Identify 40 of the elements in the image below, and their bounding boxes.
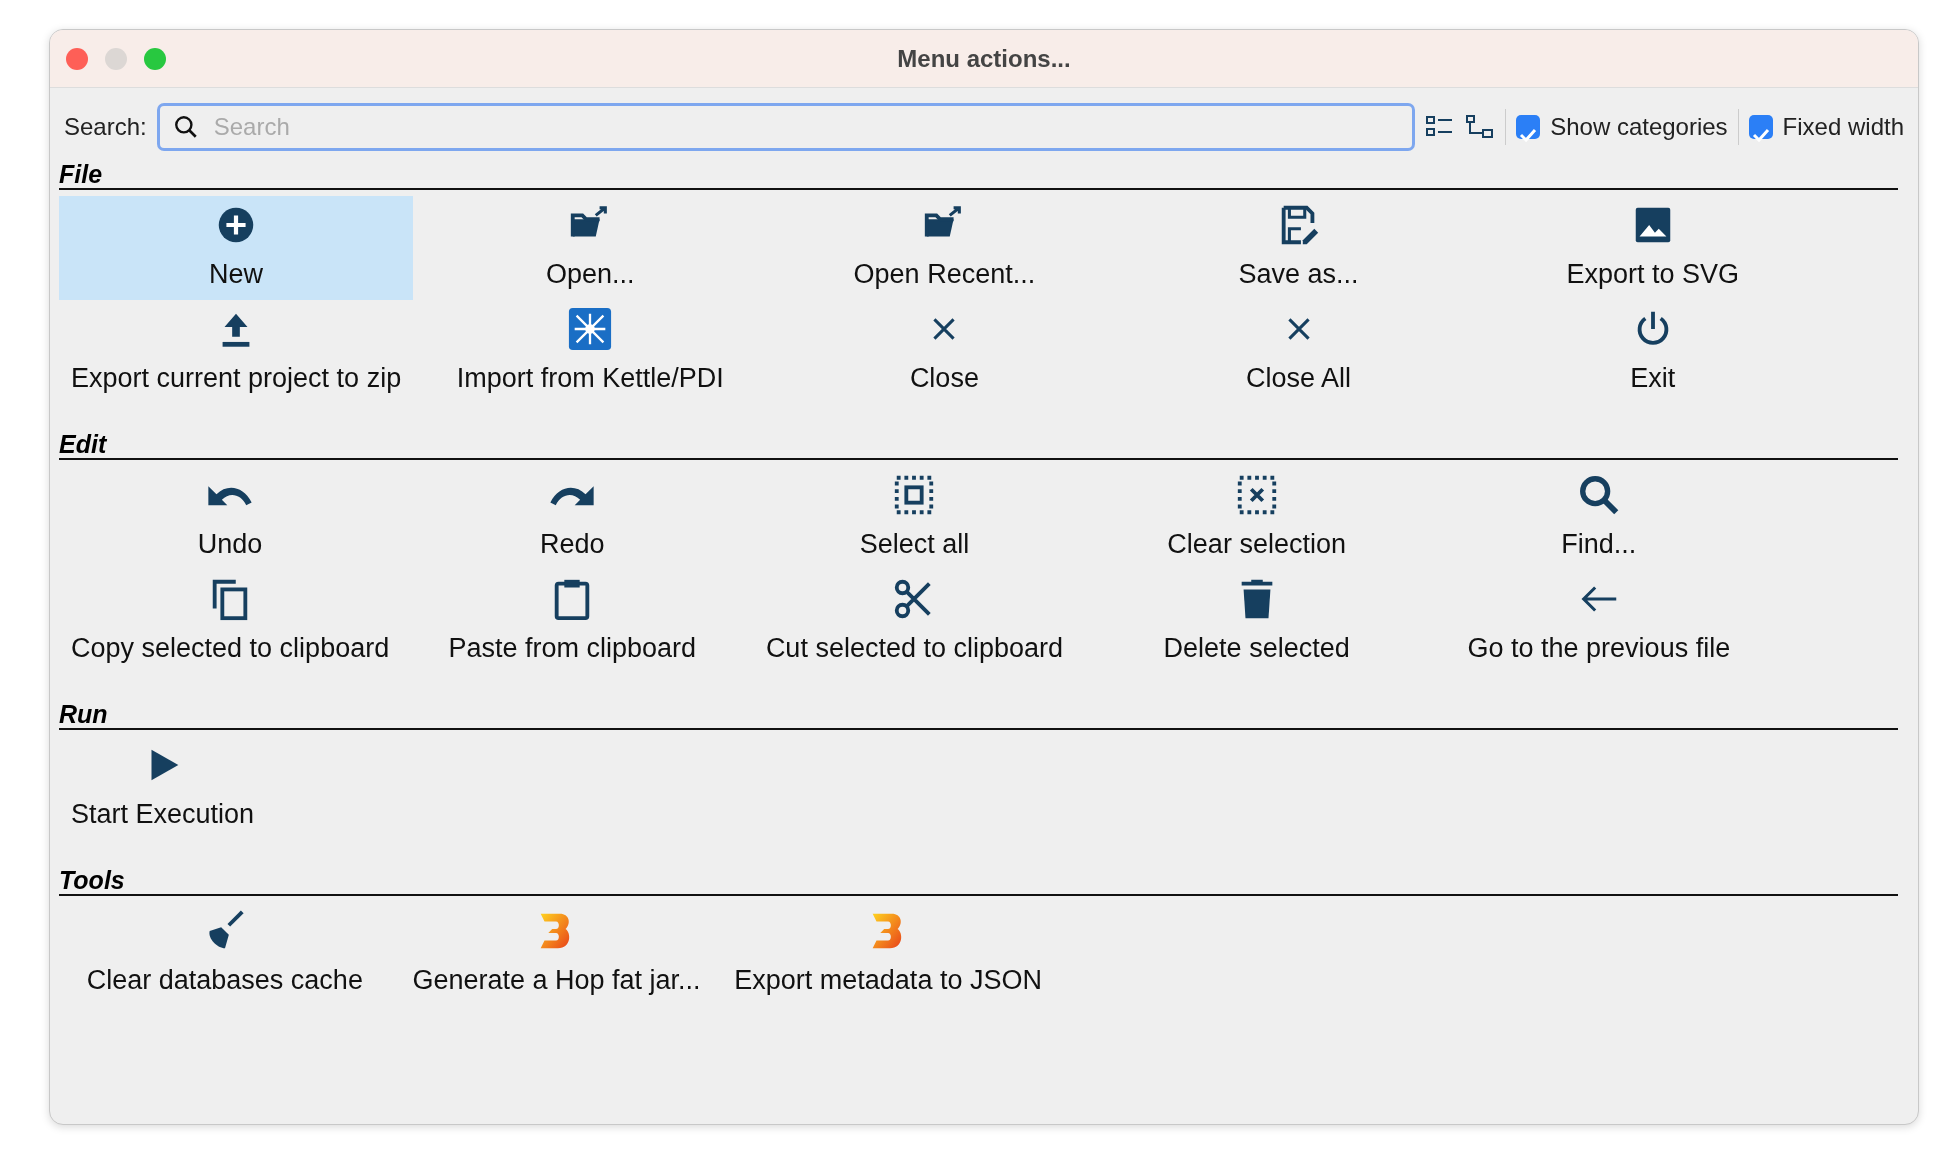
action-item[interactable]: Undo	[59, 466, 402, 570]
search-icon	[172, 114, 199, 140]
action-item[interactable]: Open...	[413, 196, 768, 300]
action-item[interactable]: Cut selected to clipboard	[743, 570, 1086, 674]
action-item[interactable]: Open Recent...	[767, 196, 1122, 300]
action-item[interactable]: Start Execution	[59, 736, 267, 840]
action-item[interactable]: Select all	[743, 466, 1086, 570]
action-item[interactable]: Save as...	[1121, 196, 1476, 300]
checkbox[interactable]	[1748, 115, 1773, 139]
checkbox-label: Fixed width	[1782, 112, 1904, 142]
zoom-window-button[interactable]	[144, 48, 166, 70]
action-item[interactable]: Close All	[1121, 300, 1476, 404]
category-heading: Tools	[59, 866, 126, 894]
category-heading: File	[59, 160, 104, 188]
tree-view-icon[interactable]	[1465, 114, 1496, 140]
action-item[interactable]: Generate a Hop fat jar...	[390, 902, 723, 1006]
action-item[interactable]: Close	[767, 300, 1122, 404]
close-window-button[interactable]	[66, 48, 88, 70]
checkbox[interactable]	[1516, 115, 1541, 139]
action-item[interactable]: Paste from clipboard	[401, 570, 744, 674]
action-item[interactable]: Go to the previous file	[1427, 570, 1770, 674]
network-icon	[567, 306, 614, 352]
window-title: Menu actions...	[897, 44, 1071, 74]
action-item[interactable]: Export metadata to JSON	[722, 902, 1054, 1006]
action-item[interactable]: New	[59, 196, 414, 300]
action-item[interactable]: Find...	[1427, 466, 1770, 570]
action-item[interactable]: Delete selected	[1085, 570, 1428, 674]
action-item[interactable]: Exit	[1475, 300, 1830, 404]
action-item[interactable]: Redo	[401, 466, 744, 570]
action-item[interactable]: Export to SVG	[1475, 196, 1830, 300]
action-item[interactable]: Copy selected to clipboard	[59, 570, 402, 674]
action-item[interactable]: Clear selection	[1085, 466, 1428, 570]
search-field[interactable]: Search	[156, 103, 1416, 151]
category-heading: Edit	[59, 430, 108, 458]
search-label: Search:	[64, 112, 147, 142]
action-item[interactable]: Import from Kettle/PDI	[413, 300, 768, 404]
checkbox-label: Show categories	[1550, 112, 1728, 142]
action-item[interactable]: Export current project to zip	[59, 300, 414, 404]
action-item[interactable]: Clear databases cache	[59, 902, 391, 1006]
category-heading: Run	[59, 700, 109, 728]
